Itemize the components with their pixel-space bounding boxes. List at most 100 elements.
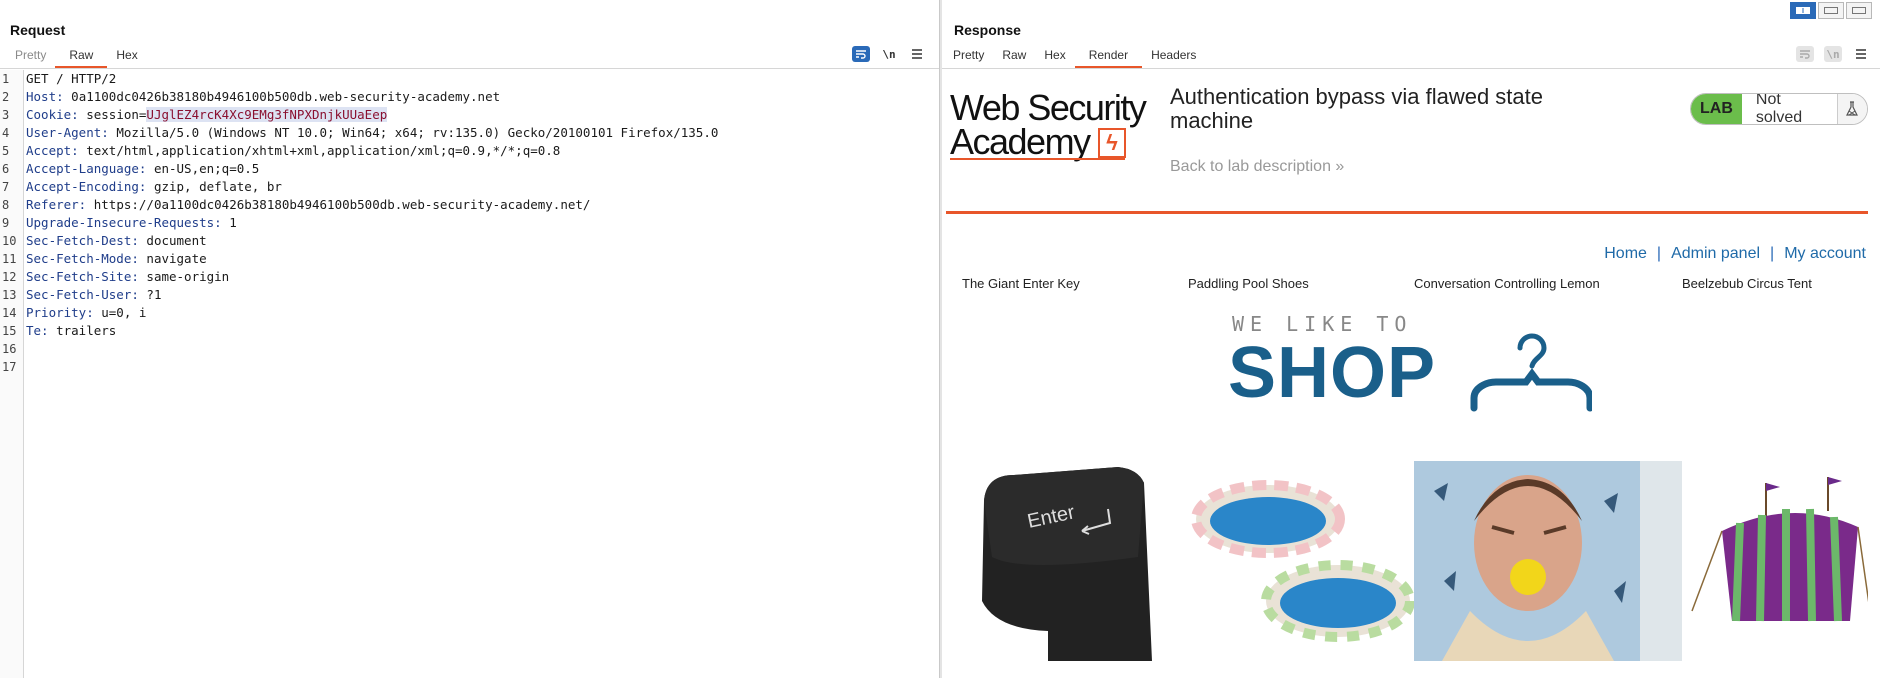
response-title: Response: [954, 22, 1021, 38]
product-image-man-biting-lemon[interactable]: [1414, 461, 1640, 661]
code-text: Accept: text/html,application/xhtml+xml,…: [26, 142, 560, 160]
tab-pretty[interactable]: Pretty: [944, 48, 993, 68]
code-text: Sec-Fetch-Dest: document: [26, 232, 207, 250]
site-nav: Home | Admin panel | My account: [1604, 245, 1866, 263]
wrap-icon[interactable]: [852, 46, 870, 62]
code-text: Upgrade-Insecure-Requests: 1: [26, 214, 237, 232]
line-number: 3: [2, 108, 10, 122]
nav-separator: |: [1656, 245, 1662, 262]
product-name[interactable]: Paddling Pool Shoes: [1188, 276, 1408, 291]
lab-badge: LAB: [1691, 94, 1742, 124]
response-tabs: Pretty Raw Hex Render Headers: [944, 48, 1205, 68]
tab-hex[interactable]: Hex: [1035, 48, 1074, 68]
rendered-page: Web Security Academy ϟ Authentication by…: [946, 70, 1868, 678]
line-number: 4: [2, 126, 10, 140]
product-name[interactable]: Conversation Controlling Lemon: [1414, 276, 1634, 291]
request-toolbar: \n: [852, 46, 926, 62]
flask-icon: [1836, 94, 1867, 124]
header-name: Sec-Fetch-Site:: [26, 269, 139, 284]
response-toolbar: \n: [1796, 46, 1870, 62]
layout-side-by-side-button[interactable]: [1790, 2, 1816, 19]
code-text: Sec-Fetch-User: ?1: [26, 286, 161, 304]
code-text: Priority: u=0, i: [26, 304, 146, 322]
response-tab-divider: [942, 68, 1880, 69]
line-number: 6: [2, 162, 10, 176]
header-name: Sec-Fetch-Mode:: [26, 251, 139, 266]
header-value: trailers: [48, 323, 117, 338]
line-number: 8: [2, 198, 10, 212]
layout-switcher: [1790, 2, 1872, 19]
session-cookie-value[interactable]: UJglEZ4rcK4Xc9EMg3fNPXDnjkUUaEep: [146, 107, 388, 122]
code-text: Accept-Language: en-US,en;q=0.5: [26, 160, 259, 178]
request-pane: Request Pretty Raw Hex \n 1 GET / HTTP/2 2…: [0, 0, 940, 678]
product-name[interactable]: The Giant Enter Key: [962, 276, 1182, 291]
tab-headers[interactable]: Headers: [1142, 48, 1205, 68]
header-value: gzip, deflate, br: [146, 179, 282, 194]
lab-status-widget: LAB Not solved: [1690, 93, 1868, 125]
code-text: Accept-Encoding: gzip, deflate, br: [26, 178, 282, 196]
line-number: 15: [2, 324, 17, 338]
line-number: 11: [2, 252, 17, 266]
product-image-giant-enter-key[interactable]: Enter: [962, 461, 1188, 661]
code-text: Te: trailers: [26, 322, 116, 340]
lab-title: Authentication bypass via flawed state m…: [1170, 84, 1544, 133]
header-name: Te:: [26, 323, 49, 338]
code-text: Sec-Fetch-Mode: navigate: [26, 250, 207, 268]
code-text: GET / HTTP/2: [26, 70, 116, 88]
header-name: Accept:: [26, 143, 79, 158]
code-text: Host: 0a1100dc0426b38180b4946100b500db.w…: [26, 88, 500, 106]
header-value: https://0a1100dc0426b38180b4946100b500db…: [86, 197, 591, 212]
code-text: Referer: https://0a1100dc0426b38180b4946…: [26, 196, 590, 214]
response-pane: Response Pretty Raw Hex Render Headers \…: [942, 0, 1880, 678]
header-name: Sec-Fetch-User:: [26, 287, 139, 302]
tab-pretty[interactable]: Pretty: [6, 48, 55, 68]
hanger-icon: [1470, 333, 1592, 412]
nav-my-account-link[interactable]: My account: [1784, 245, 1866, 263]
menu-icon[interactable]: [1852, 46, 1870, 62]
line-number: 2: [2, 90, 10, 104]
tab-raw[interactable]: Raw: [55, 48, 108, 68]
request-line: GET / HTTP/2: [26, 71, 117, 86]
tab-hex[interactable]: Hex: [107, 48, 146, 68]
header-name: Accept-Language:: [26, 161, 147, 176]
header-name: Host:: [26, 89, 64, 104]
line-number: 7: [2, 180, 10, 194]
header-value: en-US,en;q=0.5: [146, 161, 260, 176]
product-image-separator: [1640, 461, 1682, 661]
nav-home-link[interactable]: Home: [1604, 245, 1647, 263]
product-image-circus-tent[interactable]: [1682, 461, 1868, 661]
header-value: navigate: [138, 251, 207, 266]
request-editor[interactable]: 1 GET / HTTP/2 2 Host: 0a1100dc0426b38180b4…: [0, 70, 939, 678]
header-name: Sec-Fetch-Dest:: [26, 233, 139, 248]
header-value: session=: [78, 107, 147, 122]
tab-raw[interactable]: Raw: [993, 48, 1035, 68]
menu-icon[interactable]: [908, 46, 926, 62]
product-grid: Enter: [962, 461, 1868, 661]
back-to-lab-link[interactable]: Back to lab description »: [1170, 158, 1344, 176]
line-number: 5: [2, 144, 10, 158]
code-text: User-Agent: Mozilla/5.0 (Windows NT 10.0…: [26, 124, 718, 142]
product-image-paddling-pools[interactable]: [1188, 461, 1414, 661]
logo-line-2: Academy: [950, 121, 1091, 162]
header-value: same-origin: [138, 269, 230, 284]
header-rule: [946, 211, 1868, 214]
line-number: 13: [2, 288, 17, 302]
request-title: Request: [10, 22, 66, 38]
header-value: document: [138, 233, 207, 248]
line-number: 12: [2, 270, 17, 284]
burp-message-viewer: Request Pretty Raw Hex \n 1 GET / HTTP/2 2…: [0, 0, 1880, 678]
header-name: Accept-Encoding:: [26, 179, 147, 194]
header-value: 1: [221, 215, 237, 230]
nav-admin-panel-link[interactable]: Admin panel: [1671, 245, 1760, 263]
newline-icon[interactable]: \n: [880, 46, 898, 62]
header-value: text/html,application/xhtml+xml,applicat…: [78, 143, 561, 158]
line-number: 14: [2, 306, 17, 320]
header-value: 0a1100dc0426b38180b4946100b500db.web-sec…: [63, 89, 501, 104]
line-number: 16: [2, 342, 17, 356]
layout-tabs-button[interactable]: [1846, 2, 1872, 19]
product-name[interactable]: Beelzebub Circus Tent: [1682, 276, 1868, 291]
line-number: 9: [2, 216, 10, 230]
shop-word: SHOP: [1228, 333, 1437, 413]
layout-stacked-button[interactable]: [1818, 2, 1844, 19]
tab-render[interactable]: Render: [1074, 48, 1143, 68]
